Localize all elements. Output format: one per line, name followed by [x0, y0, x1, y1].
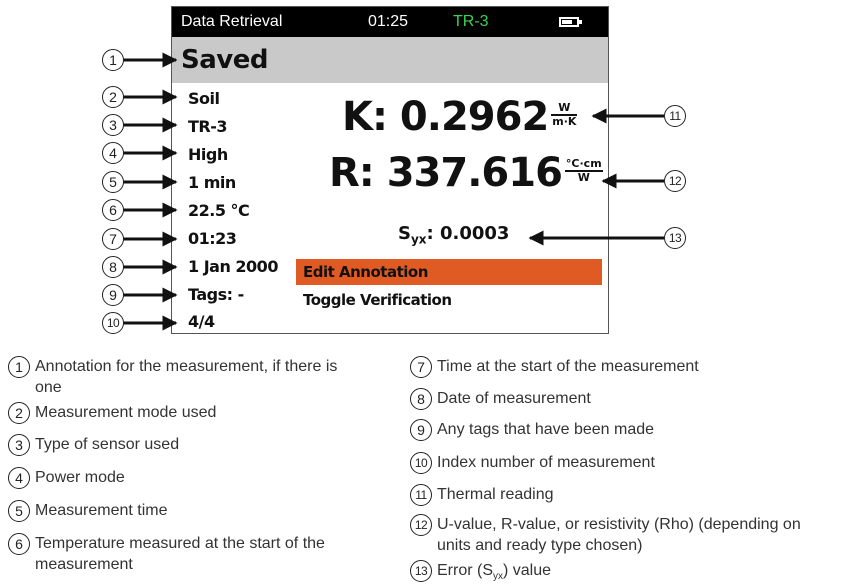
legend-text-3: Type of sensor used	[35, 436, 180, 453]
callout-9: 9	[102, 284, 124, 306]
callout-7: 7	[102, 228, 124, 250]
legend-text-9: Any tags that have been made	[437, 421, 655, 438]
legend-text-1: Annotation for the measurement, if there…	[35, 358, 338, 396]
legend-number-4: 4	[8, 467, 30, 489]
legend-text-13: Error (Syx) value	[437, 560, 551, 587]
legend-number-1: 1	[8, 356, 30, 378]
callout-8: 8	[102, 256, 124, 278]
callout-5: 5	[102, 171, 124, 193]
callout-13: 13	[664, 227, 686, 249]
legend-text-2: Measurement mode used	[35, 404, 217, 421]
callout-4: 4	[102, 142, 124, 164]
callout-12: 12	[664, 170, 686, 192]
legend-number-2: 2	[8, 402, 30, 424]
legend-text-7: Time at the start of the measurement	[437, 358, 699, 375]
legend-text-13-sub: yx	[493, 571, 503, 583]
callout-11: 11	[664, 105, 686, 127]
legend-number-11: 11	[410, 484, 432, 506]
legend-number-5: 5	[8, 500, 30, 522]
callout-10: 10	[102, 312, 124, 334]
legend-number-12: 12	[410, 514, 432, 536]
legend-text-6: Temperature measured at the start of the…	[35, 535, 325, 573]
legend-text-5: Measurement time	[35, 502, 168, 519]
legend-number-8: 8	[410, 388, 432, 410]
legend-text-13-a: Error (S	[437, 562, 493, 579]
legend-number-10: 10	[410, 452, 432, 474]
legend-text-4: Power mode	[35, 469, 125, 486]
legend-number-7: 7	[410, 356, 432, 378]
legend-text-8: Date of measurement	[437, 390, 591, 407]
legend-number-13: 13	[410, 560, 432, 582]
callout-6: 6	[102, 199, 124, 221]
legend-text-10: Index number of measurement	[437, 454, 655, 471]
callout-1: 1	[102, 49, 124, 71]
legend-text-12: U-value, R-value, or resistivity (Rho) (…	[437, 516, 801, 554]
callout-3: 3	[102, 114, 124, 136]
legend-text-13-c: ) value	[503, 562, 552, 579]
legend-number-3: 3	[8, 434, 30, 456]
legend-number-6: 6	[8, 533, 30, 555]
legend-text-11: Thermal reading	[437, 486, 554, 503]
callout-2: 2	[102, 86, 124, 108]
legend-number-9: 9	[410, 419, 432, 441]
